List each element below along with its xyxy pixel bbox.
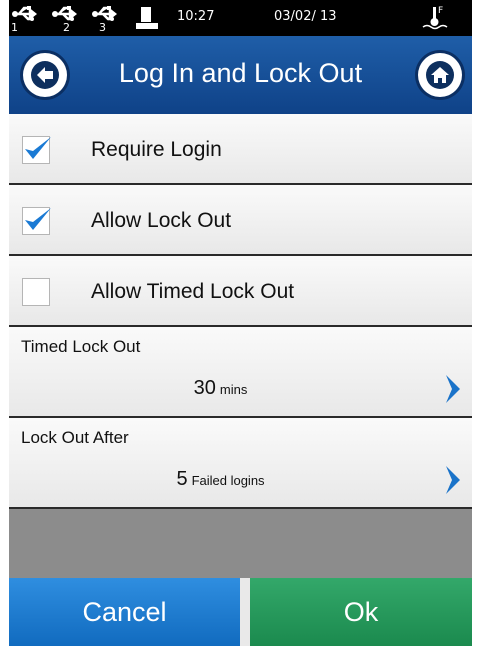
lock-out-after-title: Lock Out After <box>21 428 129 447</box>
timed-lock-out-title: Timed Lock Out <box>21 337 141 356</box>
allow-timed-lock-out-row[interactable]: Allow Timed Lock Out <box>9 256 472 327</box>
lock-out-after-unit: Failed logins <box>191 473 265 488</box>
device-screen: 1 2 3 10:27 03/02/ 13 F Log In and Lock … <box>9 0 472 646</box>
sensor-icon: F <box>421 3 451 33</box>
status-date: 03/02/ 13 <box>274 9 337 24</box>
chevron-right-icon[interactable] <box>444 464 462 496</box>
require-login-row[interactable]: Require Login <box>9 114 472 185</box>
status-time: 10:27 <box>177 9 215 24</box>
usb-port-number: 1 <box>11 21 18 34</box>
require-login-checkbox[interactable] <box>22 136 51 164</box>
timed-lock-out-value: 30 mins <box>9 377 432 400</box>
svg-text:F: F <box>438 6 443 16</box>
printer-icon <box>135 6 159 30</box>
lock-out-after-row[interactable]: Lock Out After 5 Failed logins <box>9 418 472 509</box>
timed-lock-out-row[interactable]: Timed Lock Out 30 mins <box>9 327 472 418</box>
checkmark-icon <box>25 137 51 159</box>
checkmark-icon <box>25 208 51 230</box>
allow-lock-out-label: Allow Lock Out <box>91 209 232 232</box>
usb-icon: 2 <box>51 3 81 34</box>
chevron-right-icon[interactable] <box>444 373 462 405</box>
usb-port-number: 2 <box>63 21 70 34</box>
lock-out-after-number: 5 <box>176 468 188 490</box>
back-button[interactable] <box>23 53 67 97</box>
usb-icon: 1 <box>11 3 41 34</box>
back-arrow-icon <box>31 61 59 89</box>
allow-timed-lock-out-checkbox[interactable] <box>22 278 50 306</box>
button-divider <box>240 578 250 646</box>
allow-lock-out-checkbox[interactable] <box>22 207 51 235</box>
home-button[interactable] <box>418 53 462 97</box>
usb-port-number: 3 <box>99 21 106 34</box>
page-title: Log In and Lock Out <box>118 58 363 88</box>
cancel-button[interactable]: Cancel <box>9 578 240 646</box>
timed-lock-out-unit: mins <box>219 382 248 397</box>
require-login-label: Require Login <box>91 138 222 161</box>
status-bar: 1 2 3 10:27 03/02/ 13 F <box>9 0 472 36</box>
allow-timed-lock-out-label: Allow Timed Lock Out <box>91 280 295 303</box>
allow-lock-out-row[interactable]: Allow Lock Out <box>9 185 472 256</box>
title-bar: Log In and Lock Out <box>9 36 472 114</box>
ok-button[interactable]: Ok <box>250 578 472 646</box>
usb-icon: 3 <box>91 3 121 34</box>
home-icon <box>426 61 454 89</box>
timed-lock-out-number: 30 <box>193 377 216 399</box>
lock-out-after-value: 5 Failed logins <box>9 468 432 491</box>
